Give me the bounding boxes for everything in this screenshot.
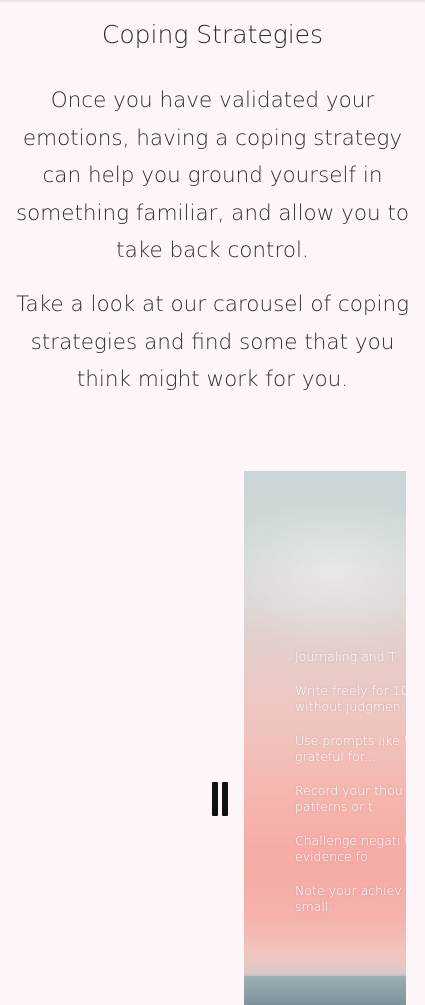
carousel-pause-button[interactable] [204, 777, 234, 821]
pause-icon-bar-right [222, 782, 228, 816]
slide-item: Record your thou any patterns or t [295, 783, 406, 814]
slide-item: Write freely for 10 without judgmen [295, 683, 406, 714]
slide-heading: Journaling and T [295, 649, 397, 664]
slide-item: Challenge negati there evidence fo [295, 833, 406, 864]
intro-paragraph: Once you have validated your emotions, h… [15, 88, 410, 263]
page-title: Coping Strategies [101, 20, 324, 49]
slide-item: Use prompts like "I'm grateful for... [295, 733, 406, 764]
carousel-intro-paragraph: Take a look at our carousel of coping st… [15, 292, 410, 392]
slide-content: Journaling and T Write freely for 10 wit… [295, 649, 406, 933]
slide-item: Note your achiev how small. [295, 883, 406, 914]
header-divider [0, 0, 425, 3]
pause-icon-bar-left [212, 782, 218, 816]
carousel-slide-journaling[interactable]: Journaling and T Write freely for 10 wit… [244, 471, 406, 1005]
